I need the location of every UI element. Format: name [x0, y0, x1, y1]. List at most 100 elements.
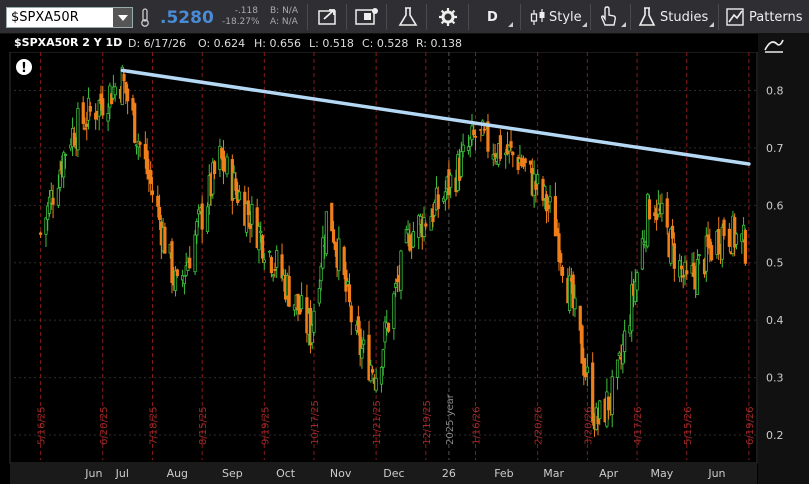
flask-icon[interactable] [396, 4, 420, 30]
candle-body [188, 257, 192, 269]
month-label: Jul [115, 467, 129, 480]
candle-body [660, 202, 664, 215]
candle-body [493, 153, 497, 158]
candle-body [509, 141, 513, 148]
candle-body [175, 269, 179, 277]
candle-body [528, 160, 533, 165]
candle-body [273, 269, 277, 271]
candle-body [51, 197, 55, 205]
candle-body [62, 152, 66, 178]
studies-menu[interactable]: Studies [660, 10, 708, 25]
candle-body [344, 269, 348, 292]
y-tick-label: 0.2 [766, 429, 784, 442]
divider [590, 4, 591, 30]
studies-flask-icon[interactable] [637, 4, 657, 30]
candle-body [257, 226, 261, 251]
candle-body [157, 206, 162, 220]
candle-body [449, 174, 453, 188]
candle-body [63, 154, 68, 156]
candle-body [331, 229, 336, 243]
candle-body [580, 325, 584, 364]
bid: B: N/A [270, 6, 298, 16]
patterns-menu[interactable]: Patterns [749, 10, 803, 25]
candle-body [536, 174, 540, 185]
share-icon[interactable] [316, 4, 340, 30]
candle-body [39, 232, 43, 235]
symbol-text: $SPXA50R [11, 10, 79, 25]
candle-body [234, 178, 238, 191]
date-marker-label: 2/20/26 [534, 406, 545, 445]
price-chart[interactable]: 0.2 0.3 0.4 0.5 0.6 0.7 0.8 5/16/25 6/20/25 7/18/… [0, 52, 809, 484]
candle-body [195, 221, 199, 236]
candle-body [379, 366, 384, 385]
last-price: .5280 [160, 8, 214, 28]
candle-body [406, 229, 410, 234]
candle-body [369, 364, 373, 382]
candle-body [672, 243, 676, 269]
candle-body [473, 135, 478, 138]
period-button[interactable]: D [487, 10, 498, 25]
candle-body [573, 297, 577, 310]
candle-body [324, 211, 329, 255]
date-marker-label: 4/17/26 [633, 406, 644, 445]
candle-body [83, 127, 87, 130]
divider [468, 4, 469, 30]
y-tick-label: 0.4 [766, 314, 784, 327]
style-menu[interactable]: Style [549, 10, 582, 25]
candlestick-icon[interactable] [528, 4, 548, 30]
candle-body [647, 199, 652, 220]
date-marker-label: 3/20/26 [583, 406, 594, 445]
flexible-grid-icon[interactable] [354, 4, 380, 30]
candle-body [88, 105, 92, 112]
candle-body [250, 204, 254, 225]
candle-body [337, 238, 341, 272]
month-label: Feb [494, 467, 513, 480]
date-marker-label: 6/20/25 [99, 406, 110, 445]
gear-icon[interactable] [436, 4, 460, 30]
candle-body [150, 190, 155, 195]
candle-body [317, 288, 321, 304]
symbol-dropdown-icon[interactable] [113, 8, 132, 27]
candle-body [665, 198, 669, 228]
divider [346, 4, 347, 30]
candle-body [182, 275, 187, 285]
candle-body [523, 158, 527, 164]
candle-body [598, 400, 602, 419]
date-marker-label: 7/18/25 [148, 406, 159, 445]
candle-body [399, 250, 403, 291]
symbol-input[interactable]: $SPXA50R [6, 7, 133, 28]
net-change: -.118 [234, 6, 258, 16]
candle-body [482, 128, 487, 131]
patterns-icon[interactable] [725, 4, 747, 30]
candle-body [422, 217, 426, 237]
candle-body [56, 187, 60, 206]
candle-body [710, 245, 714, 261]
candle-body [269, 257, 273, 274]
month-label: Apr [599, 467, 619, 480]
candle-body [122, 74, 126, 82]
candle-body [81, 102, 85, 124]
candle-body [370, 369, 375, 373]
candle-body [681, 275, 685, 278]
candle-body [101, 98, 105, 116]
plot-area [9, 52, 758, 464]
y-tick-label: 0.6 [766, 199, 784, 212]
y-tick-label: 0.3 [766, 372, 784, 385]
thermometer-icon[interactable] [139, 8, 151, 28]
month-label: Nov [330, 467, 352, 480]
candle-body [461, 144, 465, 153]
date-marker-label: 11/21/25 [372, 400, 383, 445]
y-tick-label: 0.7 [766, 142, 784, 155]
info-low: L: 0.518 [309, 37, 354, 50]
candle-body [670, 225, 675, 239]
candle-body [381, 349, 385, 368]
candle-body [362, 339, 366, 345]
candle-body [697, 254, 701, 257]
ask: A: N/A [270, 17, 298, 27]
date-marker-label: 5/16/25 [37, 406, 48, 445]
month-label: Sep [222, 467, 243, 480]
candle-body [743, 229, 747, 264]
hand-pointer-icon[interactable] [597, 4, 619, 30]
divider [307, 4, 308, 30]
month-label: Jun [84, 467, 102, 480]
